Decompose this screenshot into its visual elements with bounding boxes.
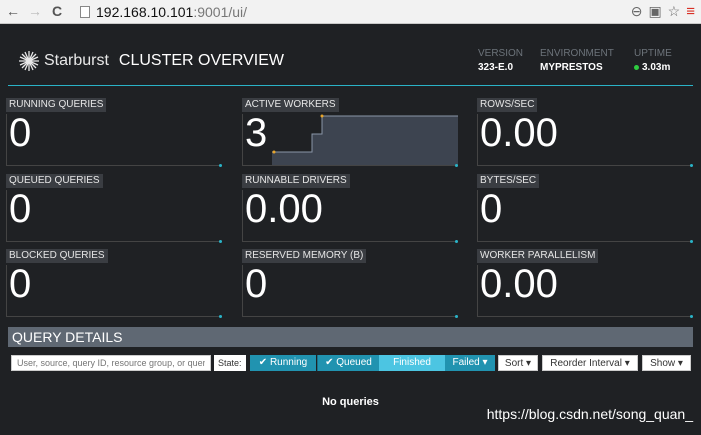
rows-sec-card: ROWS/SEC 0.00 (477, 98, 693, 167)
show-dropdown[interactable]: Show ▾ (642, 355, 691, 371)
reload-button[interactable]: C (52, 3, 62, 19)
zoom-icon[interactable]: ⊖ (631, 3, 643, 20)
card-value: 3 (245, 111, 268, 155)
translate-icon[interactable]: ▣ (648, 3, 661, 20)
search-input[interactable] (11, 355, 211, 371)
url-path: :9001/ui/ (193, 4, 248, 20)
card-value: 0 (9, 111, 32, 155)
back-button[interactable]: ← (6, 3, 20, 19)
active-workers-card: ACTIVE WORKERS 3 (242, 98, 458, 167)
failed-filter-dropdown[interactable]: Failed ▾ (445, 355, 495, 371)
sort-dropdown[interactable]: Sort ▾ (498, 355, 538, 371)
uptime-value: 3.03m (642, 62, 671, 73)
environment-info: ENVIRONMENT MYPRESTOS (540, 48, 614, 73)
version-info: VERSION 323-E.0 (478, 48, 523, 73)
page-header: Starburst CLUSTER OVERVIEW VERSION 323-E… (8, 46, 693, 86)
browser-toolbar: ← → C 192.168.10.101:9001/ui/ ⊖ ▣ ☆ ≡ (0, 0, 701, 24)
version-value: 323-E.0 (478, 62, 514, 73)
menu-icon[interactable]: ≡ (686, 3, 695, 20)
star-icon[interactable]: ☆ (668, 3, 681, 20)
query-details-header: QUERY DETAILS (8, 327, 693, 347)
state-label: State: (214, 355, 246, 371)
bytes-sec-card: BYTES/SEC 0 (477, 174, 693, 243)
card-value: 0.00 (480, 111, 558, 155)
active-workers-sparkline (272, 114, 458, 166)
card-value: 0 (245, 262, 268, 306)
logo-text: Starburst (44, 52, 109, 69)
forward-button[interactable]: → (28, 3, 42, 19)
query-toolbar: State: ✔ Running ✔ Queued Finished Faile… (8, 352, 693, 372)
card-value: 0.00 (480, 262, 558, 306)
starburst-icon (19, 51, 39, 71)
card-value: 0.00 (245, 187, 323, 231)
uptime-status-icon (634, 64, 639, 70)
starburst-logo[interactable]: Starburst CLUSTER OVERVIEW (18, 50, 284, 72)
version-label: VERSION (478, 48, 524, 59)
running-queries-card: RUNNING QUERIES 0 (6, 98, 222, 167)
reserved-memory-card: RESERVED MEMORY (B) 0 (242, 249, 458, 318)
finished-filter-button[interactable]: Finished (379, 355, 445, 371)
page-icon (80, 6, 90, 18)
running-filter-button[interactable]: ✔ Running (250, 355, 316, 371)
environment-value: MYPRESTOS (540, 62, 603, 73)
uptime-label: UPTIME (634, 48, 672, 59)
card-value: 0 (9, 262, 32, 306)
uptime-info: UPTIME 3.03m (634, 48, 672, 73)
reorder-interval-dropdown[interactable]: Reorder Interval ▾ (542, 355, 638, 371)
blocked-queries-card: BLOCKED QUERIES 0 (6, 249, 222, 318)
cluster-overview-page: Starburst CLUSTER OVERVIEW VERSION 323-E… (0, 24, 701, 435)
runnable-drivers-card: RUNNABLE DRIVERS 0.00 (242, 174, 458, 243)
card-value: 0 (9, 187, 32, 231)
queued-queries-card: QUEUED QUERIES 0 (6, 174, 222, 243)
page-title: CLUSTER OVERVIEW (118, 52, 284, 69)
queued-filter-button[interactable]: ✔ Queued (317, 355, 379, 371)
url-host: 192.168.10.101 (96, 4, 194, 20)
watermark-text: https://blog.csdn.net/song_quan_ (486, 406, 693, 422)
card-value: 0 (480, 187, 503, 231)
worker-parallelism-card: WORKER PARALLELISM 0.00 (477, 249, 693, 318)
environment-label: ENVIRONMENT (540, 48, 614, 59)
address-bar[interactable]: 192.168.10.101:9001/ui/ (80, 2, 640, 22)
